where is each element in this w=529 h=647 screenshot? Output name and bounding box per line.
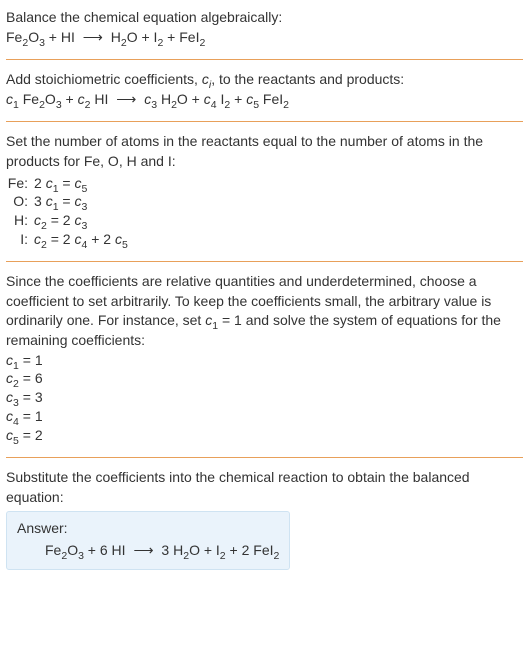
unbalanced-equation: Fe2O3 + HI ⟶ H2O + I2 + FeI2	[6, 28, 523, 48]
solve-text: Since the coefficients are relative quan…	[6, 272, 523, 350]
element-label: Fe:	[6, 174, 34, 193]
divider	[6, 261, 523, 262]
element-label: H:	[6, 211, 34, 230]
arrow-icon: ⟶	[129, 542, 157, 559]
element-equation: c2 = 2 c3	[34, 211, 134, 230]
coef-value: 1	[35, 408, 43, 424]
table-row: H: c2 = 2 c3	[6, 211, 134, 230]
coef-value: 6	[35, 370, 43, 386]
divider	[6, 121, 523, 122]
answer-title: Answer:	[17, 520, 279, 536]
element-label: O:	[6, 192, 34, 211]
section-substitute: Substitute the coefficients into the che…	[6, 466, 523, 578]
coeff-intro: Add stoichiometric coefficients, ci, to …	[6, 70, 523, 90]
atom-balance-table: Fe: 2 c1 = c5 O: 3 c1 = c3 H: c2 = 2 c3 …	[6, 174, 134, 250]
table-row: Fe: 2 c1 = c5	[6, 174, 134, 193]
divider	[6, 457, 523, 458]
coef-value: 2	[35, 427, 43, 443]
text-fragment: , to the reactants and products:	[211, 71, 404, 87]
document-root: Balance the chemical equation algebraica…	[0, 0, 529, 584]
text-fragment: Add stoichiometric coefficients,	[6, 71, 202, 87]
coef-value: 3	[35, 389, 43, 405]
table-row: I: c2 = 2 c4 + 2 c5	[6, 230, 134, 249]
coefficient-list: c1 = 1 c2 = 6 c3 = 3 c4 = 1 c5 = 2	[6, 351, 523, 445]
answer-box: Answer: Fe2O3 + 6 HI ⟶ 3 H2O + I2 + 2 Fe…	[6, 511, 290, 570]
list-item: c4 = 1	[6, 407, 523, 426]
intro-text: Balance the chemical equation algebraica…	[6, 8, 523, 28]
list-item: c5 = 2	[6, 426, 523, 445]
arrow-icon: ⟶	[112, 90, 140, 110]
coefficient-equation: c1 Fe2O3 + c2 HI ⟶ c3 H2O + c4 I2 + c5 F…	[6, 90, 523, 110]
list-item: c3 = 3	[6, 388, 523, 407]
coef-value: 1	[35, 352, 43, 368]
section-coefficients: Add stoichiometric coefficients, ci, to …	[6, 68, 523, 117]
element-equation: 3 c1 = c3	[34, 192, 134, 211]
divider	[6, 59, 523, 60]
list-item: c2 = 6	[6, 369, 523, 388]
element-equation: 2 c1 = c5	[34, 174, 134, 193]
section-atom-balance: Set the number of atoms in the reactants…	[6, 130, 523, 257]
ci-symbol: ci	[202, 71, 211, 87]
arrow-icon: ⟶	[79, 28, 107, 48]
element-equation: c2 = 2 c4 + 2 c5	[34, 230, 134, 249]
section-solve: Since the coefficients are relative quan…	[6, 270, 523, 453]
atom-balance-text: Set the number of atoms in the reactants…	[6, 132, 523, 171]
table-row: O: 3 c1 = c3	[6, 192, 134, 211]
substitute-text: Substitute the coefficients into the che…	[6, 468, 523, 507]
section-intro: Balance the chemical equation algebraica…	[6, 6, 523, 55]
balanced-equation: Fe2O3 + 6 HI ⟶ 3 H2O + I2 + 2 FeI2	[17, 542, 279, 559]
element-label: I:	[6, 230, 34, 249]
list-item: c1 = 1	[6, 351, 523, 370]
